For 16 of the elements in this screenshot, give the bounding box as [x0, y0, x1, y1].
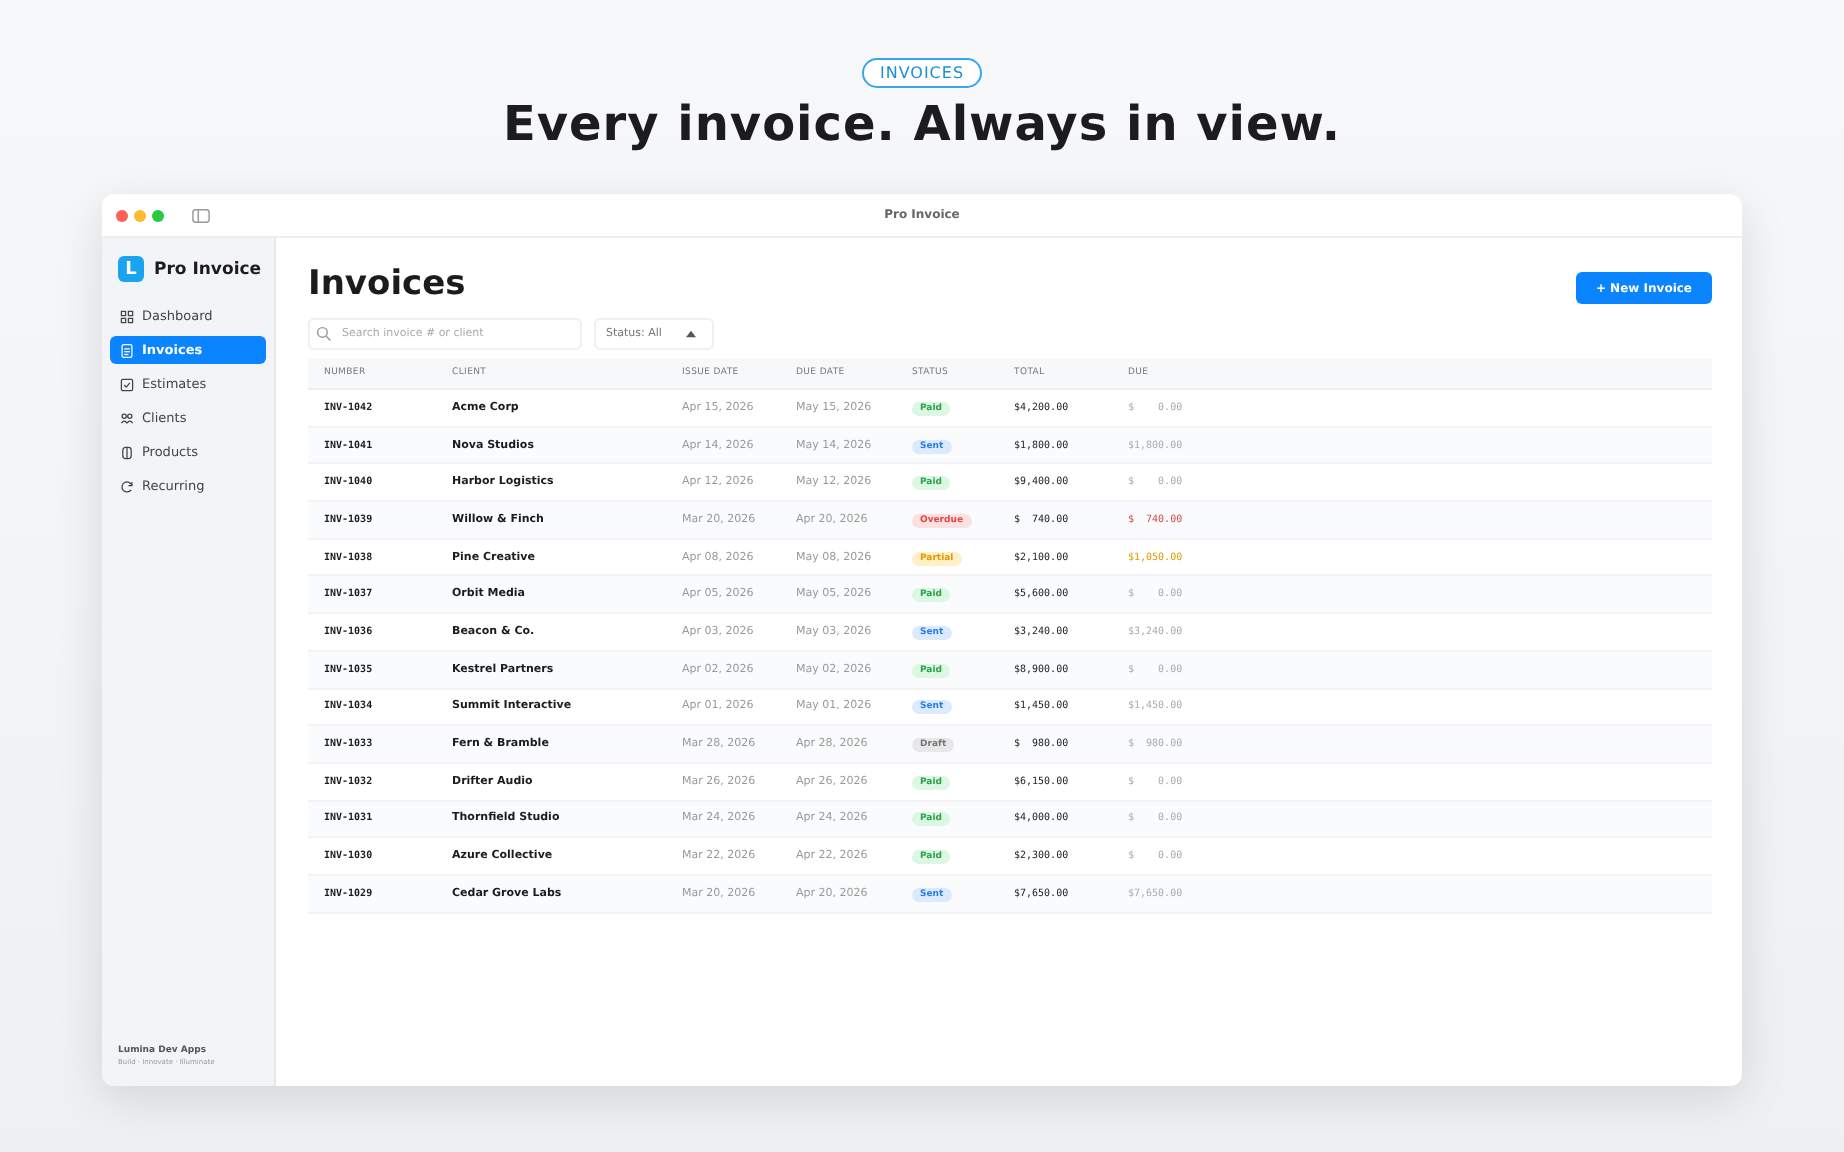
repeat-icon — [120, 479, 134, 493]
sidebar-toggle-icon[interactable] — [192, 207, 210, 223]
document-icon — [120, 343, 134, 357]
people-icon — [120, 411, 134, 425]
zoom-button[interactable] — [152, 209, 164, 221]
minimize-button[interactable] — [134, 209, 146, 221]
grid-icon — [120, 309, 134, 323]
box-icon — [120, 445, 134, 459]
app-name: Pro Invoice — [154, 259, 262, 279]
page-title: Invoices — [308, 264, 466, 304]
app-logo: L — [118, 256, 144, 282]
checklist-icon — [120, 377, 134, 391]
close-button[interactable] — [116, 209, 128, 221]
headline: Every invoice. Always in view. — [502, 96, 1342, 152]
section-badge: INVOICES — [861, 58, 983, 88]
caret-icon — [686, 330, 696, 338]
